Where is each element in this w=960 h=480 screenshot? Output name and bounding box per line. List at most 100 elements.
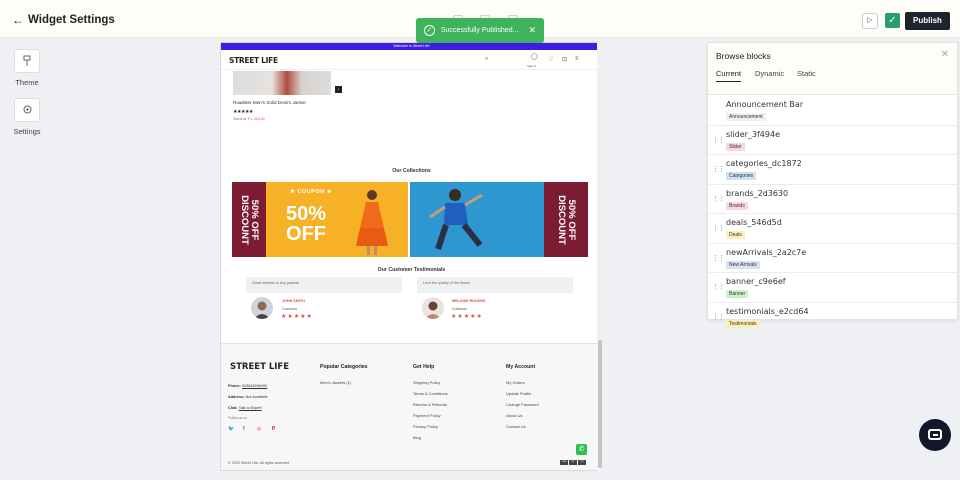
footer-link[interactable]: Update Profile	[506, 391, 531, 396]
toast-message: Successfully Published...	[441, 27, 519, 34]
collection-banner-left[interactable]: 50% OFF DISCOUNT ★ COUPON ★ 50% OFF	[232, 182, 408, 257]
instagram-icon[interactable]: ◎	[257, 426, 261, 432]
footer-chat: Chat: Talk to Expert	[228, 406, 262, 410]
footer-link[interactable]: Shipping Policy	[413, 380, 440, 385]
drag-handle-icon[interactable]: ⋮⋮	[712, 165, 725, 173]
block-row[interactable]: ⋮⋮ deals_546d5d Deals	[708, 214, 957, 244]
footer-link[interactable]: Contact Us	[506, 424, 526, 429]
testimonial-rating: ★★★★★	[451, 314, 483, 320]
menu-icon[interactable]: ≡	[575, 56, 579, 62]
preview-scroll-thumb[interactable]	[598, 340, 602, 468]
sidebar-item-settings[interactable]: Settings	[13, 98, 41, 136]
signin-label: Sign In	[527, 64, 537, 68]
footer-logo: STREET LIFE	[230, 362, 290, 372]
drag-handle-icon[interactable]: ⋮⋮	[712, 283, 725, 291]
ticket-text: 50% OFF DISCOUNT	[556, 194, 577, 245]
avatar	[422, 297, 444, 319]
block-name: Announcement Bar	[726, 100, 804, 109]
testimonial-name: JOHN SMITH	[282, 299, 305, 303]
block-name: deals_546d5d	[726, 218, 782, 227]
save-check-button[interactable]: ✓	[885, 13, 900, 28]
block-type-tag: Testimonials	[726, 319, 760, 328]
offer-text: 50% OFF	[285, 203, 327, 245]
block-name: slider_3f494e	[726, 129, 780, 139]
publish-button[interactable]: Publish	[905, 12, 950, 30]
site-header: STREET LIFE ⌕ ◯ Sign In ♡ ⊡ ≡	[221, 50, 602, 70]
copyright: © 2022 Street Life. All rights reserved	[228, 461, 290, 465]
drag-handle-icon[interactable]: ⋮⋮	[712, 195, 725, 203]
twitter-icon[interactable]: 🐦	[228, 426, 234, 432]
tab-static[interactable]: Static	[797, 69, 816, 81]
phone-link[interactable]: 919849096490	[242, 384, 267, 388]
block-type-tag: Slider	[726, 142, 745, 151]
footer-link[interactable]: Change Password	[506, 402, 539, 407]
product-image[interactable]	[233, 71, 331, 95]
block-row[interactable]: ⋮⋮ testimonials_e2cd64 Testimonials	[708, 303, 957, 332]
facebook-icon[interactable]: f	[243, 426, 245, 432]
footer-link[interactable]: About Us	[506, 413, 522, 418]
store-preview[interactable]: Welcome to Street Life! STREET LIFE ⌕ ◯ …	[220, 42, 603, 471]
block-row[interactable]: ⋮⋮ slider_3f494e Slider	[708, 126, 957, 155]
footer-phone: Phone: 919849096490	[228, 384, 267, 388]
product-name[interactable]: Roadster Men's Solid Denim Jacket	[233, 100, 306, 105]
block-row[interactable]: ⋮⋮ categories_dc1872 Categories	[708, 155, 957, 185]
footer-link[interactable]: Terms & Conditions	[413, 391, 448, 396]
pinterest-icon[interactable]: P	[272, 426, 275, 432]
chat-link[interactable]: Talk to Expert	[239, 406, 262, 410]
block-type-tag: Brands	[726, 201, 748, 210]
panel-header: Browse blocks ✕ Current Dynamic Static	[708, 43, 957, 95]
success-toast: ✓ Successfully Published... ✕	[416, 18, 544, 43]
testimonial-name: MELANIE RHODES	[452, 299, 486, 303]
site-footer: STREET LIFE Phone: 919849096490 Address:…	[221, 343, 602, 470]
block-name: banner_c9e6ef	[726, 277, 786, 286]
close-icon[interactable]: ✕	[941, 49, 949, 60]
block-row[interactable]: ⋮⋮ banner_c9e6ef Banner	[708, 273, 957, 303]
visa-card-icon: VISA	[560, 460, 568, 465]
user-icon[interactable]: ◯	[531, 53, 538, 60]
sidebar-item-theme[interactable]: Theme	[13, 49, 41, 87]
announcement-bar: Welcome to Street Life!	[221, 43, 602, 50]
block-type-tag: Categories	[726, 172, 757, 180]
heart-icon[interactable]: ♡	[548, 56, 553, 63]
block-name: testimonials_e2cd64	[726, 306, 809, 316]
close-icon[interactable]: ✕	[528, 18, 536, 43]
panel-title: Browse blocks	[716, 51, 771, 61]
drag-handle-icon[interactable]: ⋮⋮	[712, 254, 725, 262]
footer-link[interactable]: Returns & Refunds	[413, 402, 447, 407]
whatsapp-icon[interactable]: ✆	[576, 444, 587, 455]
search-icon[interactable]: ⌕	[485, 56, 488, 63]
product-badge: ▪	[335, 86, 342, 93]
block-row[interactable]: ⋮⋮ brands_2d3630 Brands	[708, 185, 957, 214]
price-prefix: Starts at	[233, 117, 247, 121]
footer-link[interactable]: Payment Policy	[413, 413, 441, 418]
page-title: Widget Settings	[28, 14, 115, 26]
footer-link[interactable]: Blog	[413, 435, 421, 440]
chat-button[interactable]	[919, 419, 951, 451]
product-rating: ★★★★★	[233, 109, 253, 115]
testimonial-role: Customer	[452, 307, 468, 311]
drag-handle-icon[interactable]: ⋮⋮	[712, 313, 725, 321]
cart-icon[interactable]: ⊡	[562, 56, 567, 63]
block-row[interactable]: ⋮⋮ newArrivals_2a2c7e New Arrivals	[708, 244, 957, 273]
tab-current[interactable]: Current	[716, 69, 742, 82]
model-image	[356, 190, 388, 255]
price-value: ₹ 1,318.40	[247, 117, 265, 121]
check-circle-icon: ✓	[424, 25, 435, 36]
discount-ticket: 50% OFF DISCOUNT	[544, 182, 588, 257]
footer-link[interactable]: Privacy Policy	[413, 424, 438, 429]
testimonial-role: Customer	[282, 307, 298, 311]
collection-banner-right[interactable]: 50% OFF DISCOUNT	[410, 182, 588, 257]
drag-handle-icon[interactable]: ⋮⋮	[712, 224, 725, 232]
chat-label: Chat:	[228, 406, 238, 410]
avatar	[251, 297, 273, 319]
drag-handle-icon[interactable]: ⋮⋮	[712, 136, 725, 144]
footer-link[interactable]: Men's Jackets (1)	[320, 380, 351, 385]
block-name: brands_2d3630	[726, 188, 789, 198]
block-row[interactable]: Announcement Bar Announcement	[708, 96, 957, 126]
tab-dynamic[interactable]: Dynamic	[755, 69, 784, 81]
sidebar-item-label: Theme	[15, 78, 39, 87]
back-arrow-icon[interactable]: ←	[12, 13, 24, 27]
gear-icon	[14, 98, 40, 122]
footer-link[interactable]: My Orders	[506, 380, 525, 385]
preview-play-button[interactable]: ▷	[862, 13, 878, 29]
